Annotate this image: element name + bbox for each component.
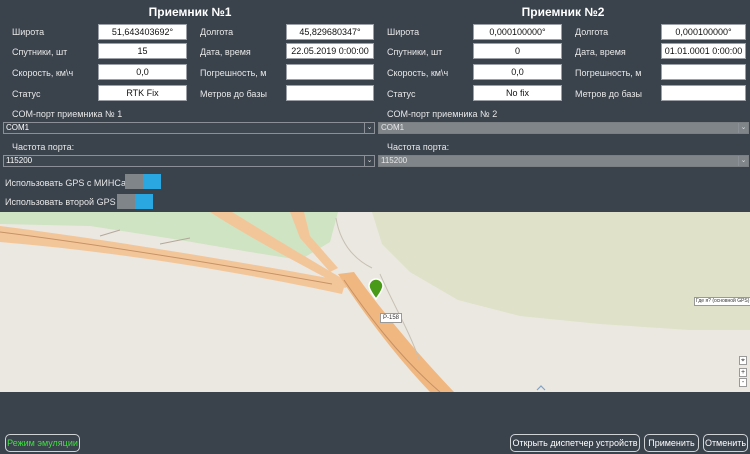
- receiver1-speed-label: Скорость, км\ч: [12, 68, 74, 78]
- use-gps-minsa-label: Использовать GPS с МИНСа: [5, 178, 126, 188]
- map-pin-icon[interactable]: [368, 278, 384, 301]
- receiver1-lon-field[interactable]: 45,829680347°: [286, 24, 374, 40]
- receiver1-status-label: Статус: [12, 89, 41, 99]
- chevron-down-icon[interactable]: ⌄: [738, 123, 748, 133]
- receiver2-speed-field[interactable]: 0,0: [473, 64, 562, 80]
- receiver1-title: Приемник №1: [148, 5, 232, 19]
- receiver1-datetime-label: Дата, время: [200, 47, 251, 57]
- map-tiles: [0, 212, 750, 392]
- zoom-fit-button[interactable]: ⌖: [739, 356, 747, 365]
- receiver2-title: Приемник №2: [521, 5, 605, 19]
- receiver2-datetime-field[interactable]: 01.01.0001 0:00:00: [661, 43, 746, 59]
- receiver1-error-label: Погрешность, м: [200, 68, 267, 78]
- receiver1-com-label: COM-порт приемника № 1: [12, 109, 123, 119]
- receiver2-com-select[interactable]: COM1 ⌄: [378, 122, 749, 134]
- receiver2-com-value: COM1: [381, 123, 405, 132]
- receiver1-lat-label: Широта: [12, 27, 45, 37]
- receiver1-meters-field[interactable]: [286, 85, 374, 101]
- receiver2-sats-label: Спутники, шт: [387, 47, 443, 57]
- receiver2-lon-label: Долгота: [575, 27, 609, 37]
- use-second-gps-label: Использовать второй GPS: [5, 197, 116, 207]
- receiver1-datetime-field[interactable]: 22.05.2019 0:00:00: [286, 43, 374, 59]
- receiver2-com-label: COM-порт приемника № 2: [387, 109, 498, 119]
- chevron-down-icon[interactable]: ⌄: [364, 156, 374, 166]
- receiver2-status-field[interactable]: No fix: [473, 85, 562, 101]
- receiver2-error-field[interactable]: [661, 64, 746, 80]
- receiver2-lat-label: Широта: [387, 27, 420, 37]
- receiver1-baud-select[interactable]: 115200 ⌄: [3, 155, 375, 167]
- receiver1-speed-field[interactable]: 0,0: [98, 64, 187, 80]
- chevron-down-icon[interactable]: ⌄: [738, 156, 748, 166]
- receiver1-error-field[interactable]: [286, 64, 374, 80]
- receiver2-status-label: Статус: [387, 89, 416, 99]
- emulation-mode-button[interactable]: Режим эмуляции: [5, 434, 80, 452]
- receiver2-sats-field[interactable]: 0: [473, 43, 562, 59]
- receiver2-baud-label: Частота порта:: [387, 142, 450, 152]
- receiver1-lat-field[interactable]: 51,643403692°: [98, 24, 187, 40]
- receiver1-sats-field[interactable]: 15: [98, 43, 187, 59]
- receiver2-error-label: Погрешность, м: [575, 68, 642, 78]
- map-tooltip: Где я? (основной GPS): [694, 297, 750, 306]
- open-device-manager-button[interactable]: Открыть диспетчер устройств: [510, 434, 640, 452]
- receiver1-lon-label: Долгота: [200, 27, 234, 37]
- receiver2-datetime-label: Дата, время: [575, 47, 626, 57]
- map-view[interactable]: Р-158 Где я? (основной GPS) ⌖ + -: [0, 212, 750, 392]
- receiver1-com-value: COM1: [6, 123, 30, 132]
- use-second-gps-toggle[interactable]: [117, 194, 153, 209]
- receiver1-status-field[interactable]: RTK Fix: [98, 85, 187, 101]
- apply-button[interactable]: Применить: [644, 434, 699, 452]
- road-label: Р-158: [380, 313, 403, 323]
- receiver1-sats-label: Спутники, шт: [12, 47, 68, 57]
- cancel-button[interactable]: Отменить: [703, 434, 748, 452]
- receiver2-baud-select[interactable]: 115200 ⌄: [378, 155, 749, 167]
- receiver2-speed-label: Скорость, км\ч: [387, 68, 449, 78]
- receiver2-lat-field[interactable]: 0,000100000°: [473, 24, 562, 40]
- receiver1-baud-label: Частота порта:: [12, 142, 75, 152]
- receiver1-com-select[interactable]: COM1 ⌄: [3, 122, 375, 134]
- zoom-out-button[interactable]: -: [739, 378, 747, 387]
- receiver1-meters-label: Метров до базы: [200, 89, 267, 99]
- receiver2-meters-field[interactable]: [661, 85, 746, 101]
- receiver1-baud-value: 115200: [6, 156, 33, 165]
- zoom-in-button[interactable]: +: [739, 368, 747, 377]
- receiver2-baud-value: 115200: [381, 156, 408, 165]
- receiver2-meters-label: Метров до базы: [575, 89, 642, 99]
- receiver2-lon-field[interactable]: 0,000100000°: [661, 24, 746, 40]
- chevron-down-icon[interactable]: ⌄: [364, 123, 374, 133]
- use-gps-minsa-toggle[interactable]: [125, 174, 161, 189]
